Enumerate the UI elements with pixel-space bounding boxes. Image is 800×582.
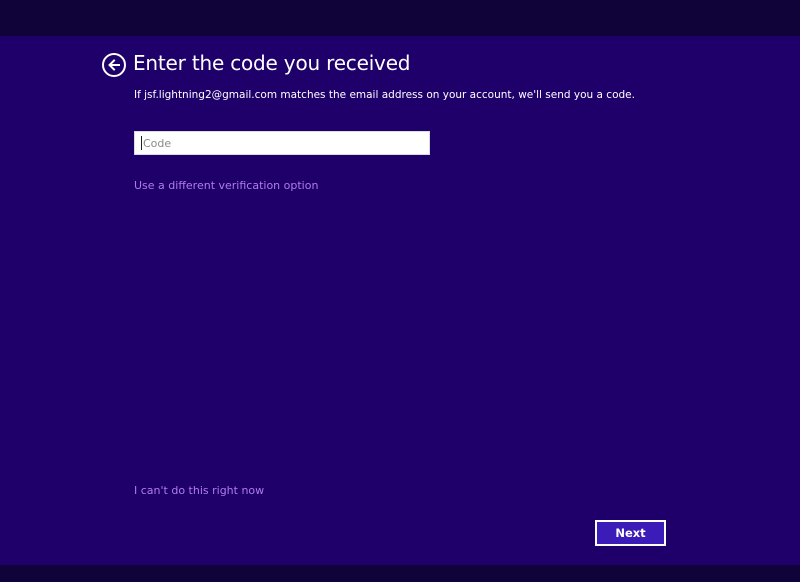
code-input[interactable] [134, 131, 430, 155]
top-band [0, 0, 800, 36]
back-button[interactable] [102, 53, 126, 77]
page-title: Enter the code you received [133, 51, 411, 75]
next-button[interactable]: Next [595, 520, 666, 546]
description-text: If jsf.lightning2@gmail.com matches the … [134, 89, 635, 101]
back-arrow-icon [108, 59, 120, 71]
main-panel [0, 36, 800, 565]
bottom-band [0, 565, 800, 582]
cant-do-this-now-link[interactable]: I can't do this right now [134, 484, 264, 497]
use-different-verification-link[interactable]: Use a different verification option [134, 179, 318, 192]
